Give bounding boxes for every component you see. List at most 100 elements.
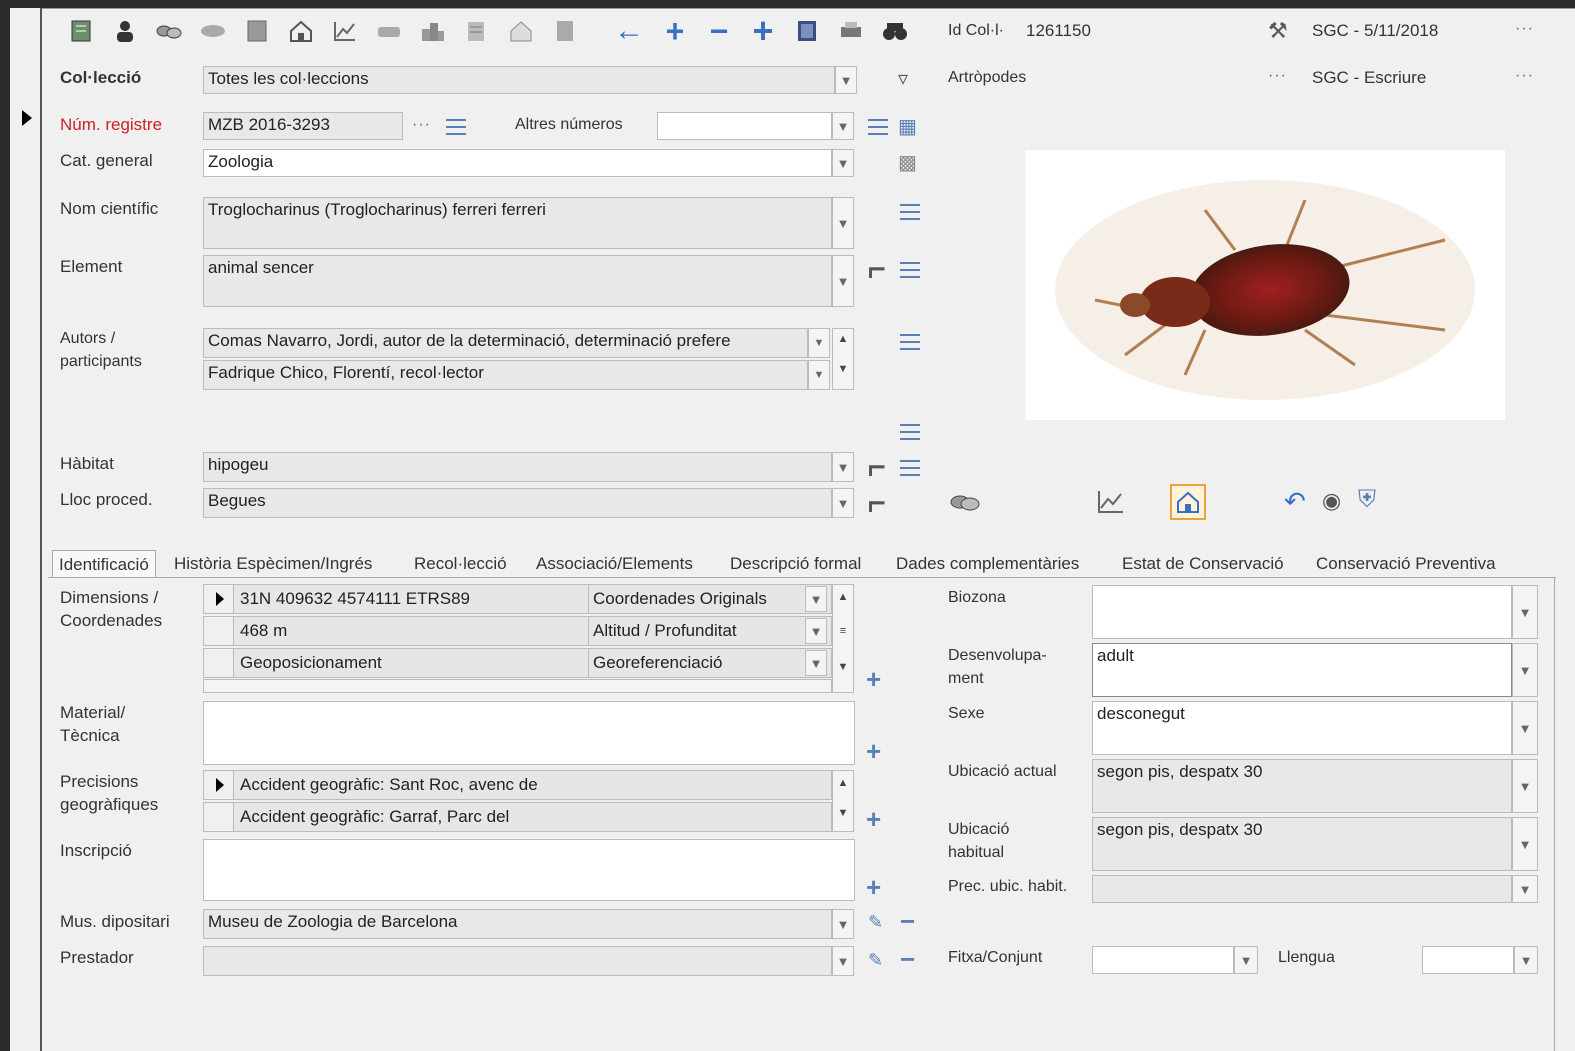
biozona-field[interactable] xyxy=(1092,585,1512,639)
add-record-icon[interactable]: + xyxy=(748,10,778,51)
autor-row-2-dropdown[interactable]: ▼ xyxy=(808,360,830,390)
prestador-dropdown[interactable]: ▼ xyxy=(832,946,854,976)
dimension-type-dropdown[interactable]: ▼ xyxy=(805,586,827,612)
dimensions-scrollbar[interactable]: ▲ ≡ ▼ xyxy=(832,584,854,693)
element-dropdown[interactable]: ▼ xyxy=(832,255,854,307)
tab-1[interactable]: Identificació xyxy=(52,550,156,578)
key-icon[interactable]: ⚒ xyxy=(1268,18,1288,44)
colleccio-dropdown[interactable]: ▼ xyxy=(835,66,857,94)
habitat-list-icon[interactable] xyxy=(900,460,920,476)
precision-row[interactable]: Accident geogràfic: Sant Roc, avenc de xyxy=(203,770,832,800)
llengua-field[interactable] xyxy=(1422,946,1514,974)
image-home-icon[interactable] xyxy=(1170,484,1206,520)
num-registre-more-button[interactable]: ··· xyxy=(412,116,431,134)
fitxa-dropdown[interactable]: ▼ xyxy=(1234,946,1258,974)
prestador-remove-icon[interactable]: − xyxy=(900,946,915,972)
shapes-icon[interactable] xyxy=(154,16,184,46)
tab-3[interactable]: Recol·lecció xyxy=(408,550,513,578)
prec-ubic-dropdown[interactable]: ▼ xyxy=(1512,875,1538,903)
tab-4[interactable]: Associació/Elements xyxy=(530,550,699,578)
row-selector[interactable] xyxy=(204,585,234,613)
filter-icon[interactable]: ▿ xyxy=(898,66,908,91)
autor-row-1-dropdown[interactable]: ▼ xyxy=(808,328,830,358)
sexe-field[interactable]: desconegut xyxy=(1092,701,1512,755)
precision-value[interactable]: Accident geogràfic: Garraf, Parc del xyxy=(236,803,826,831)
house-outline-icon[interactable] xyxy=(506,16,536,46)
desenvolupament-dropdown[interactable]: ▼ xyxy=(1512,643,1538,697)
llengua-dropdown[interactable]: ▼ xyxy=(1514,946,1538,974)
autor-row-1[interactable]: Comas Navarro, Jordi, autor de la determ… xyxy=(203,328,808,358)
habitat-dropdown[interactable]: ▼ xyxy=(832,452,854,482)
document-icon[interactable] xyxy=(550,16,580,46)
biozona-dropdown[interactable]: ▼ xyxy=(1512,585,1538,639)
num-registre-list-icon[interactable] xyxy=(446,119,466,135)
buildings-icon[interactable] xyxy=(418,16,448,46)
extra-list-icon[interactable] xyxy=(900,424,920,440)
colleccio-field[interactable]: Totes les col·leccions xyxy=(203,66,835,94)
cat-general-dropdown[interactable]: ▼ xyxy=(832,149,854,177)
tab-2[interactable]: Història Espècimen/Ingrés xyxy=(168,550,378,578)
autor-row-2[interactable]: Fadrique Chico, Florentí, recol·lector xyxy=(203,360,808,390)
print-icon[interactable] xyxy=(836,16,866,46)
museu-field[interactable]: Museu de Zoologia de Barcelona xyxy=(203,909,832,939)
habitat-field[interactable]: hipogeu xyxy=(203,452,832,482)
museu-edit-icon[interactable]: ✎ xyxy=(868,912,883,933)
tab-8[interactable]: Conservació Preventiva xyxy=(1310,550,1502,578)
map-icon[interactable] xyxy=(462,16,492,46)
lloc-hierarchy-icon[interactable]: ┏━ xyxy=(866,494,884,512)
tab-7[interactable]: Estat de Conservació xyxy=(1116,550,1290,578)
dimensions-add-icon[interactable]: + xyxy=(866,666,881,692)
nom-cientific-field[interactable]: Troglocharinus (Troglocharinus) ferreri … xyxy=(203,197,832,249)
sexe-dropdown[interactable]: ▼ xyxy=(1512,701,1538,755)
binoculars-icon[interactable] xyxy=(880,16,910,46)
cat-general-field[interactable]: Zoologia xyxy=(203,149,832,177)
altres-numeros-field[interactable] xyxy=(657,112,832,140)
tab-5[interactable]: Descripció formal xyxy=(724,550,867,578)
material-add-icon[interactable]: + xyxy=(866,738,881,764)
undo-icon[interactable]: ↶ xyxy=(1284,486,1306,517)
precisions-scrollbar[interactable]: ▲ ▼ xyxy=(832,770,854,832)
ubicacio-habitual-field[interactable]: segon pis, despatx 30 xyxy=(1092,817,1512,871)
dimension-row[interactable]: 31N 409632 4574111 ETRS89 Coordenades Ori… xyxy=(203,584,832,614)
dimension-value[interactable]: 468 m xyxy=(236,617,586,645)
precision-value[interactable]: Accident geogràfic: Sant Roc, avenc de xyxy=(236,771,826,799)
fitxa-field[interactable] xyxy=(1092,946,1234,974)
dimension-type[interactable]: Altitud / Profunditat xyxy=(588,617,803,645)
vehicle-icon[interactable] xyxy=(374,16,404,46)
row-selector[interactable] xyxy=(204,649,234,677)
autors-list-icon[interactable] xyxy=(900,334,920,350)
sgc-more-button[interactable]: ··· xyxy=(1515,20,1534,38)
group-more-button[interactable]: ··· xyxy=(1268,67,1287,85)
dimension-type[interactable]: Georeferenciació xyxy=(588,649,803,677)
image-chart-icon[interactable] xyxy=(1096,488,1126,521)
person-icon[interactable] xyxy=(110,16,140,46)
copy-icon[interactable]: ▩ xyxy=(898,150,917,175)
lloc-dropdown[interactable]: ▼ xyxy=(832,488,854,518)
ubicacio-habitual-dropdown[interactable]: ▼ xyxy=(1512,817,1538,871)
lloc-field[interactable]: Begues xyxy=(203,488,832,518)
dimension-value[interactable]: Geoposicionament xyxy=(236,649,586,677)
image-shapes-icon[interactable] xyxy=(948,488,982,521)
habitat-hierarchy-icon[interactable]: ┏━ xyxy=(866,458,884,476)
dimension-type-dropdown[interactable]: ▼ xyxy=(805,650,827,676)
dimension-row[interactable]: 468 m Altitud / Profunditat ▼ xyxy=(203,616,832,646)
altres-numeros-dropdown[interactable]: ▼ xyxy=(832,112,854,140)
nom-cientific-dropdown[interactable]: ▼ xyxy=(832,197,854,249)
nom-cientific-list-icon[interactable] xyxy=(900,204,920,220)
arrow-left-icon[interactable]: ← xyxy=(614,14,644,47)
row-selector[interactable] xyxy=(204,617,234,645)
globe-icon[interactable]: ◉ xyxy=(1322,488,1341,514)
element-hierarchy-icon[interactable]: ┏━ xyxy=(866,260,884,278)
home-icon[interactable] xyxy=(286,16,316,46)
prestador-field[interactable] xyxy=(203,946,832,976)
chart-icon[interactable] xyxy=(330,16,360,46)
plus-icon[interactable]: + xyxy=(660,13,690,49)
material-field[interactable] xyxy=(203,701,855,765)
num-registre-field[interactable]: MZB 2016-3293 xyxy=(203,112,403,140)
dimension-type[interactable]: Coordenades Originals xyxy=(588,585,803,613)
element-field[interactable]: animal sencer xyxy=(203,255,832,307)
row-selector[interactable] xyxy=(204,803,234,831)
barcode-icon[interactable]: ▦ xyxy=(898,114,917,139)
ubicacio-actual-field[interactable]: segon pis, despatx 30 xyxy=(1092,759,1512,813)
altres-numeros-list-icon[interactable] xyxy=(868,119,888,135)
